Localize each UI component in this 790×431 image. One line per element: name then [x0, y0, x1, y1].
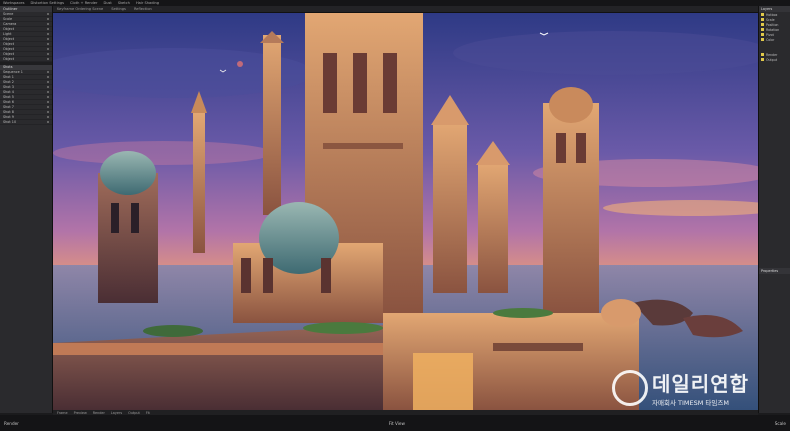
- shot-item-label: Shot 3: [3, 85, 14, 89]
- visibility-icon[interactable]: [47, 18, 49, 20]
- shot-item-label: Shot 1: [3, 75, 14, 79]
- layers-panel: Layers Hotbox Scale Position Rotation Pivot C…: [758, 6, 790, 413]
- outliner-item-label: Object: [3, 52, 15, 56]
- layer-footer-item-label: Output: [766, 57, 778, 62]
- shot-item-label: Shot 6: [3, 100, 14, 104]
- shot-item[interactable]: Shot 10: [0, 120, 52, 125]
- timeline-item[interactable]: Fit: [146, 411, 150, 415]
- outliner-item-label: Light: [3, 32, 12, 36]
- properties-header: Properties: [759, 268, 790, 274]
- visibility-icon[interactable]: [47, 81, 49, 83]
- visibility-icon[interactable]: [47, 53, 49, 55]
- visibility-icon[interactable]: [47, 101, 49, 103]
- layer-item-label: Pivot: [766, 32, 774, 37]
- menu-item[interactable]: Workspaces: [3, 1, 25, 5]
- outliner-item-label: Scale: [3, 17, 13, 21]
- timeline-item[interactable]: Render: [93, 411, 105, 415]
- visibility-icon[interactable]: [47, 43, 49, 45]
- watermark: 데일리연합 자매회사 TIMESM 타임즈M: [612, 368, 749, 407]
- visibility-icon[interactable]: [47, 58, 49, 60]
- timeline-item[interactable]: Preview: [74, 411, 87, 415]
- layer-footer-item-label: Render: [766, 52, 778, 57]
- layer-item-label: Color: [766, 37, 775, 42]
- layer-swatch-icon: [761, 53, 764, 56]
- outliner-item-label: Object: [3, 57, 15, 61]
- layer-swatch-icon: [761, 38, 764, 41]
- visibility-icon[interactable]: [47, 76, 49, 78]
- layer-swatch-icon: [761, 33, 764, 36]
- tab[interactable]: Settings: [111, 7, 126, 11]
- visibility-icon[interactable]: [47, 106, 49, 108]
- visibility-icon[interactable]: [47, 48, 49, 50]
- status-bar: Render Fit View Scale: [0, 415, 790, 431]
- visibility-icon[interactable]: [47, 86, 49, 88]
- shot-item-label: Shot 4: [3, 90, 14, 94]
- outliner-panel: Outliner Scene Scale Camera Object Light Obje…: [0, 6, 53, 413]
- visibility-icon[interactable]: [47, 13, 49, 15]
- status-center[interactable]: Fit View: [389, 421, 405, 426]
- layer-swatch-icon: [761, 18, 764, 21]
- layer-swatch-icon: [761, 28, 764, 31]
- watermark-title: 데일리연합: [652, 372, 749, 396]
- tab[interactable]: Keyframe Ordering Scene: [57, 7, 103, 11]
- shot-item-label: Shot 10: [3, 120, 17, 124]
- shot-item-label: Shot 9: [3, 115, 14, 119]
- timeline-item[interactable]: Output: [128, 411, 140, 415]
- visibility-icon[interactable]: [47, 116, 49, 118]
- shot-item-label: Shot 2: [3, 80, 14, 84]
- layer-footer-item[interactable]: Output: [759, 57, 790, 62]
- menu-item[interactable]: Hair Shading: [136, 1, 159, 5]
- visibility-icon[interactable]: [47, 28, 49, 30]
- layer-item-label: Scale: [766, 17, 775, 22]
- layer-swatch-icon: [761, 58, 764, 61]
- tab[interactable]: Reflection: [134, 7, 152, 11]
- visibility-icon[interactable]: [47, 38, 49, 40]
- outliner-item-label: Scene: [3, 12, 14, 16]
- visibility-icon[interactable]: [47, 96, 49, 98]
- visibility-icon[interactable]: [47, 111, 49, 113]
- menu-item[interactable]: Sketch: [118, 1, 130, 5]
- layer-swatch-icon: [761, 23, 764, 26]
- visibility-icon[interactable]: [47, 71, 49, 73]
- visibility-icon[interactable]: [47, 33, 49, 35]
- shot-item-label: Shot 5: [3, 95, 14, 99]
- menu-item[interactable]: Dust: [104, 1, 112, 5]
- status-left: Render: [4, 420, 19, 426]
- outliner-item-label: Object: [3, 42, 15, 46]
- menu-item[interactable]: Cloth + Render: [70, 1, 97, 5]
- layer-item-label: Rotation: [766, 27, 780, 32]
- timeline-item[interactable]: Layers: [111, 411, 122, 415]
- shot-item-label: Sequence 1: [3, 70, 23, 74]
- layer-swatch-icon: [761, 13, 764, 16]
- layer-item-label: Hotbox: [766, 12, 778, 17]
- watermark-subtitle: 자매회사 TIMESM 타임즈M: [652, 399, 729, 407]
- timeline-item[interactable]: Frame: [57, 411, 68, 415]
- outliner-item-label: Object: [3, 37, 15, 41]
- status-right: Scale: [774, 420, 786, 426]
- watermark-logo: [612, 369, 648, 406]
- layer-item-label: Position: [766, 22, 779, 27]
- fantasy-city-image: [53, 13, 758, 410]
- viewport-canvas[interactable]: 데일리연합 자매회사 TIMESM 타임즈M: [53, 13, 758, 410]
- outliner-item-label: Camera: [3, 22, 17, 26]
- shot-item-label: Shot 7: [3, 105, 14, 109]
- tab-bar: Keyframe Ordering Scene Settings Reflect…: [53, 6, 758, 13]
- shot-item-label: Shot 8: [3, 110, 14, 114]
- menu-item[interactable]: Distortion Settings: [31, 1, 65, 5]
- visibility-icon[interactable]: [47, 121, 49, 123]
- outliner-item-label: Object: [3, 27, 15, 31]
- visibility-icon[interactable]: [47, 23, 49, 25]
- visibility-icon[interactable]: [47, 91, 49, 93]
- outliner-item-label: Object: [3, 47, 15, 51]
